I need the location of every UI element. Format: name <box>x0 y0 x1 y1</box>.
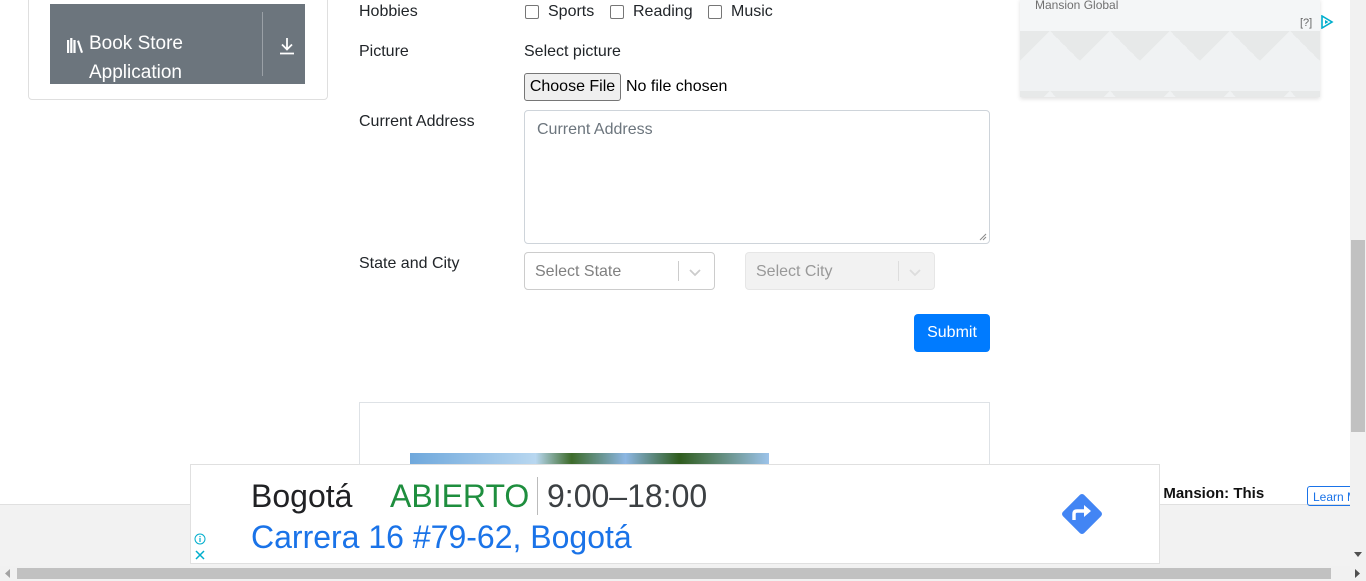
ad-brand: Mansion Global <box>1035 0 1119 12</box>
current-address-placeholder: Current Address <box>537 121 653 138</box>
sports-label[interactable]: Sports <box>548 3 594 21</box>
close-icon[interactable] <box>194 549 206 561</box>
button-divider <box>262 12 263 76</box>
submit-button[interactable]: Submit <box>914 314 990 352</box>
reading-checkbox[interactable] <box>610 5 624 19</box>
ad-open-status: ABIERTO <box>390 478 530 514</box>
state-select-separator <box>678 261 679 281</box>
city-placeholder: Select City <box>756 263 833 280</box>
ad-address[interactable]: Carrera 16 #79-62, Bogotá <box>251 519 632 556</box>
ad-help-link[interactable]: [?] <box>1300 17 1312 29</box>
right-ad-card[interactable]: Mansion Global <box>1020 0 1320 97</box>
vertical-scrollbar-thumb[interactable] <box>1351 240 1365 432</box>
state-placeholder: Select State <box>535 263 622 280</box>
choose-file-button[interactable]: Choose File <box>524 73 621 101</box>
select-picture-hint: Select picture <box>524 43 621 60</box>
info-icon[interactable] <box>194 533 206 545</box>
book-store-app-button[interactable]: Book Store Application <box>50 4 305 84</box>
sports-checkbox[interactable] <box>525 5 539 19</box>
no-file-text: No file chosen <box>626 78 728 95</box>
ad-headline-partial[interactable]: h Mansion: This <box>1150 485 1264 502</box>
reading-label[interactable]: Reading <box>633 3 693 21</box>
current-address-input[interactable]: Current Address <box>524 110 990 244</box>
ad-city: Bogotá <box>251 478 353 514</box>
resize-grip-icon[interactable] <box>979 233 987 241</box>
scroll-left-arrow-icon[interactable] <box>4 569 12 578</box>
state-city-label: State and City <box>359 255 460 272</box>
current-address-label: Current Address <box>359 113 475 130</box>
scroll-down-arrow-icon[interactable] <box>1354 550 1362 558</box>
ad-pattern-image <box>1020 31 1320 97</box>
city-select-separator <box>898 261 899 281</box>
ad-divider <box>537 477 538 515</box>
music-checkbox[interactable] <box>708 5 722 19</box>
download-icon[interactable] <box>278 37 296 55</box>
books-icon <box>67 38 83 53</box>
directions-icon[interactable] <box>1057 489 1107 539</box>
city-select[interactable]: Select City <box>745 252 935 290</box>
music-label[interactable]: Music <box>731 3 773 21</box>
adchoices-icon[interactable] <box>1320 15 1334 29</box>
bottom-map-ad[interactable]: Bogotá ABIERTO 9:00–18:00 Carrera 16 #79… <box>190 464 1160 564</box>
picture-label: Picture <box>359 43 409 60</box>
chevron-down-icon <box>909 269 921 277</box>
horizontal-scrollbar-thumb[interactable] <box>17 568 1331 579</box>
ad-hours: 9:00–18:00 <box>547 478 708 514</box>
chevron-down-icon[interactable] <box>688 265 702 279</box>
hobbies-label: Hobbies <box>359 3 418 20</box>
book-store-app-label: Book Store Application <box>89 33 183 83</box>
state-select[interactable]: Select State <box>524 252 715 290</box>
scroll-right-arrow-icon[interactable] <box>1353 569 1361 578</box>
